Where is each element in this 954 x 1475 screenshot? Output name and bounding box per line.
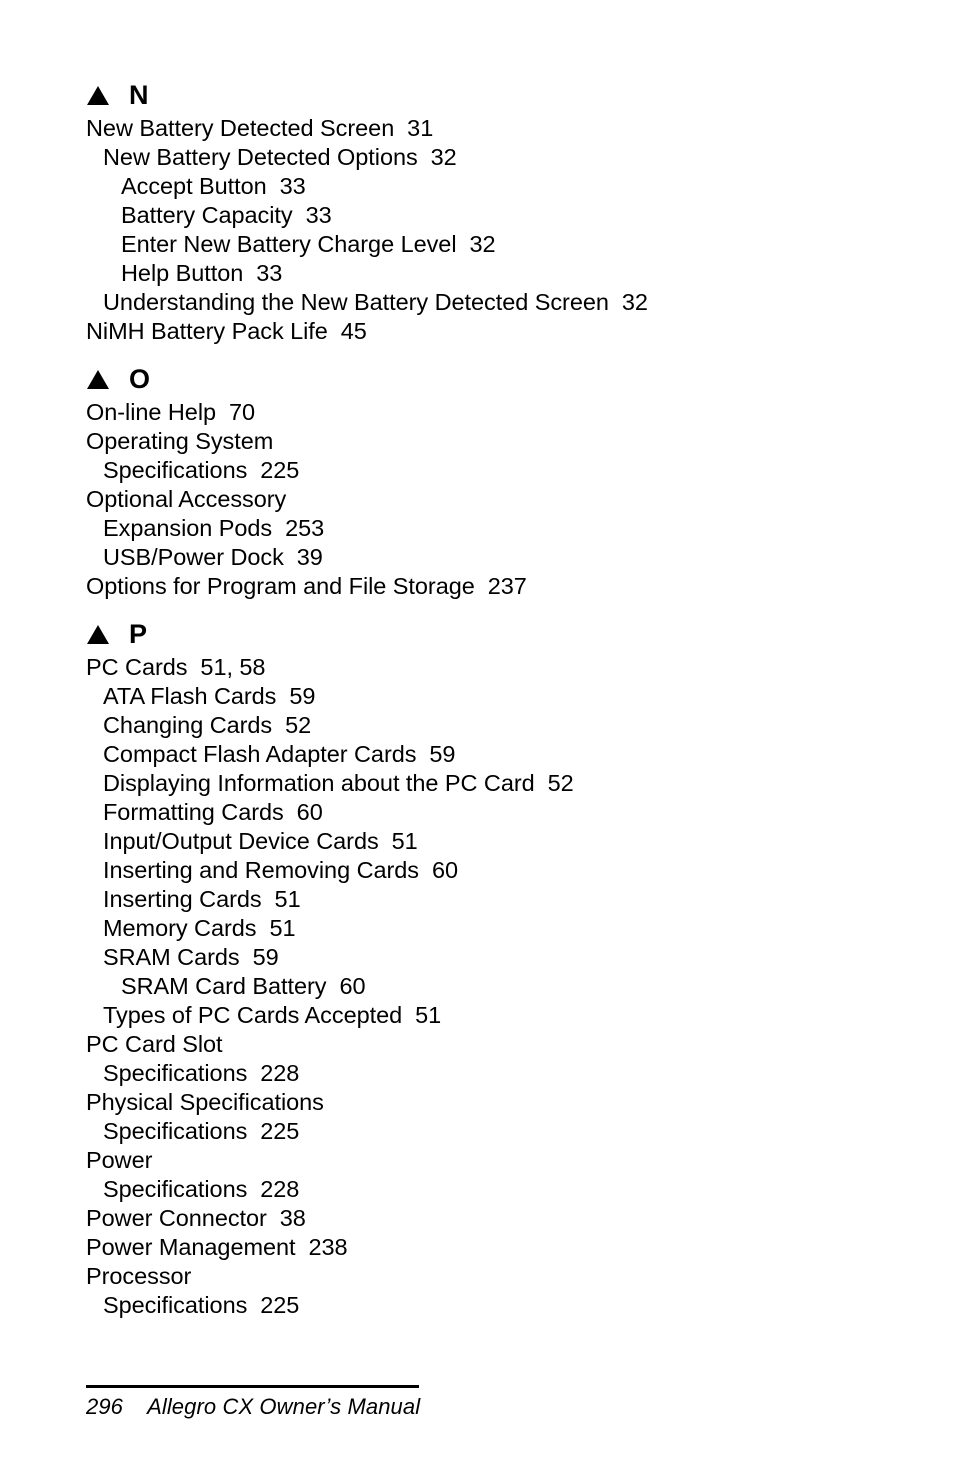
index-entry: Battery Capacity 33 xyxy=(121,202,332,228)
index-entry: ATA Flash Cards 59 xyxy=(103,683,316,709)
index-entry: On-line Help 70 xyxy=(86,399,256,425)
index-entry: New Battery Detected Screen 31 xyxy=(86,115,434,141)
index-entry: Memory Cards 51 xyxy=(103,915,296,941)
index-entry: Formatting Cards 60 xyxy=(103,799,323,825)
index-entry: Accept Button 33 xyxy=(121,173,306,199)
index-entry: Types of PC Cards Accepted 51 xyxy=(103,1002,442,1028)
index-entry: Options for Program and File Storage 237 xyxy=(86,573,527,599)
index-entry: Power xyxy=(86,1147,153,1173)
index-entry: Specifications 228 xyxy=(103,1060,300,1086)
index-page: N New Battery Detected Screen 31 New Batte… xyxy=(0,0,954,1475)
index-entry: SRAM Card Battery 60 xyxy=(121,973,366,999)
index-entry: Optional Accessory xyxy=(86,486,287,512)
footer-manual-title: Allegro CX Owner’s Manual xyxy=(147,1394,421,1419)
index-entry: PC Card Slot xyxy=(86,1031,223,1057)
section-heading-p: P xyxy=(86,617,886,651)
index-entry: Specifications 225 xyxy=(103,1118,300,1144)
index-entry: Inserting Cards 51 xyxy=(103,886,301,912)
index-entry: Displaying Information about the PC Card… xyxy=(103,770,574,796)
section-heading-n: N xyxy=(86,78,886,112)
triangle-up-icon xyxy=(87,85,109,105)
section-heading-o: O xyxy=(86,362,886,396)
index-entry: Changing Cards 52 xyxy=(103,712,312,738)
index-entry: Power Connector 38 xyxy=(86,1205,306,1231)
index-entry: Operating System xyxy=(86,428,274,454)
triangle-up-icon xyxy=(87,624,109,644)
index-entry: Power Management 238 xyxy=(86,1234,348,1260)
footer-divider xyxy=(86,1385,419,1388)
index-entry: Inserting and Removing Cards 60 xyxy=(103,857,459,883)
index-entry: Specifications 225 xyxy=(103,457,300,483)
index-entry: New Battery Detected Options 32 xyxy=(103,144,457,170)
footer-spacer xyxy=(123,1394,147,1419)
index-entry: Help Button 33 xyxy=(121,260,283,286)
section-letter: N xyxy=(129,79,149,110)
index-entry: Processor xyxy=(86,1263,192,1289)
index-entry: Understanding the New Battery Detected S… xyxy=(103,289,648,315)
index-entry: Enter New Battery Charge Level 32 xyxy=(121,231,496,257)
index-content: N New Battery Detected Screen 31 New Batte… xyxy=(86,78,886,1320)
index-entry: Physical Specifications xyxy=(86,1089,324,1115)
footer-page-number: 296 xyxy=(86,1394,124,1419)
index-entry: SRAM Cards 59 xyxy=(103,944,279,970)
section-letter: P xyxy=(129,618,148,649)
index-entry: Compact Flash Adapter Cards 59 xyxy=(103,741,456,767)
section-letter: O xyxy=(129,363,151,394)
page-footer: 296 Allegro CX Owner’s Manual xyxy=(86,1385,426,1420)
index-entry: Input/Output Device Cards 51 xyxy=(103,828,418,854)
triangle-up-icon xyxy=(87,369,109,389)
index-entry: PC Cards 51, 58 xyxy=(86,654,266,680)
footer-text: 296 Allegro CX Owner’s Manual xyxy=(86,1394,426,1420)
index-entry: USB/Power Dock 39 xyxy=(103,544,323,570)
index-entry: NiMH Battery Pack Life 45 xyxy=(86,318,367,344)
index-entry: Expansion Pods 253 xyxy=(103,515,325,541)
index-entry: Specifications 228 xyxy=(103,1176,300,1202)
index-entry: Specifications 225 xyxy=(103,1292,300,1318)
